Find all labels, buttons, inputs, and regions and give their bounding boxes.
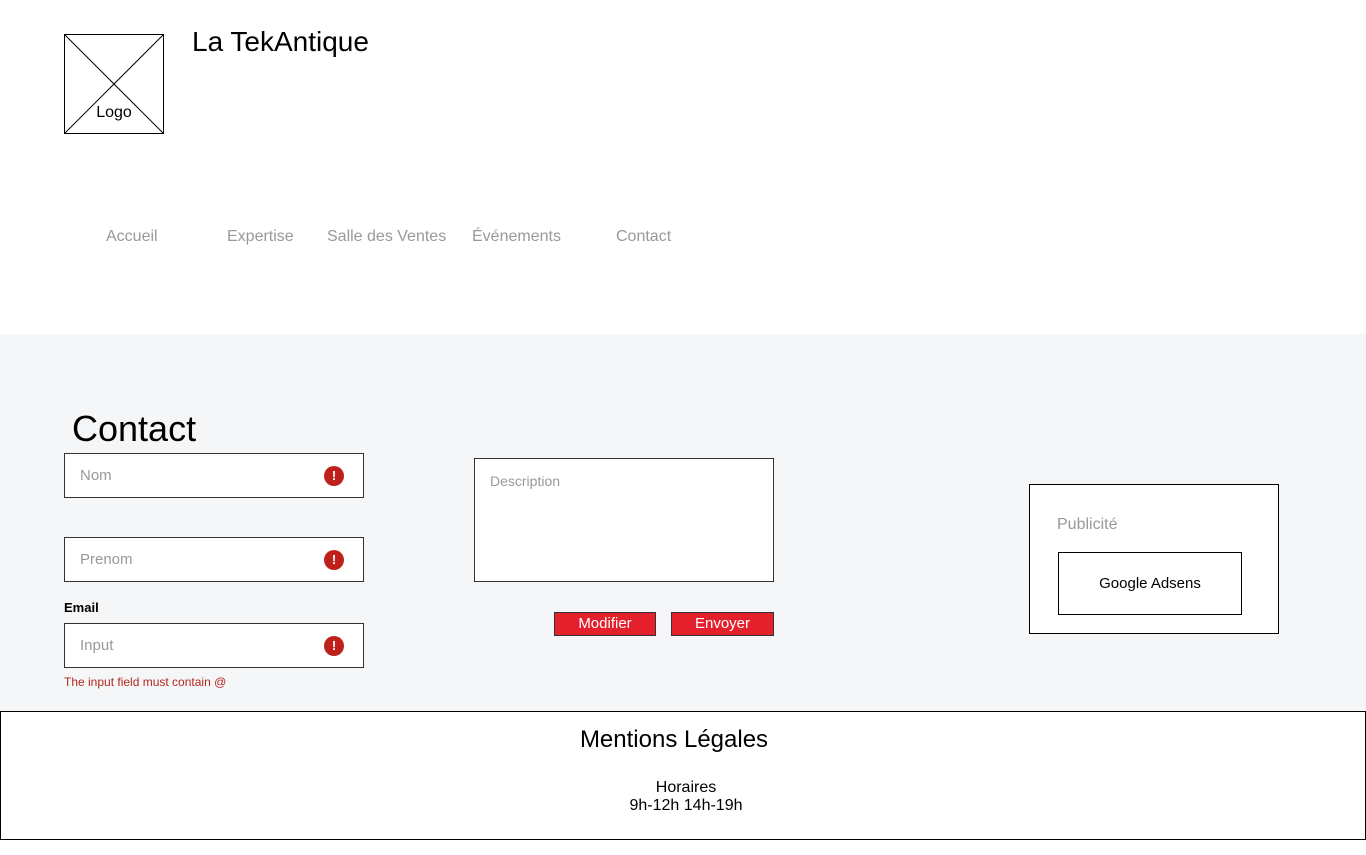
email-error-message: The input field must contain @: [64, 675, 227, 689]
error-alert-icon: !: [324, 466, 344, 486]
description-textarea[interactable]: [490, 473, 760, 569]
description-field[interactable]: [474, 458, 774, 582]
contact-heading: Contact: [72, 408, 197, 449]
nav-item-salle-des-ventes[interactable]: Salle des Ventes: [327, 228, 446, 246]
prenom-field[interactable]: !: [64, 537, 364, 582]
ad-panel: Publicité Google Adsens: [1029, 484, 1279, 634]
envoyer-button[interactable]: Envoyer: [671, 612, 774, 636]
footer-hours-value: 9h-12h 14h-19h: [629, 797, 743, 814]
footer-legal-title[interactable]: Mentions Légales: [1, 726, 1347, 754]
logo-label: Logo: [96, 104, 132, 121]
footer-hours-label: Horaires: [655, 779, 717, 796]
email-label: Email: [64, 600, 99, 615]
google-adsense-slot[interactable]: Google Adsens: [1058, 552, 1242, 615]
ad-label: Publicité: [1057, 516, 1118, 533]
error-alert-icon: !: [324, 636, 344, 656]
nav-item-accueil[interactable]: Accueil: [106, 228, 158, 246]
nav-item-evenements[interactable]: Événements: [472, 228, 561, 246]
nom-field[interactable]: !: [64, 453, 364, 498]
nav-item-contact[interactable]: Contact: [616, 228, 671, 246]
prenom-input[interactable]: [80, 538, 310, 581]
error-alert-icon: !: [324, 550, 344, 570]
email-field[interactable]: !: [64, 623, 364, 668]
nom-input[interactable]: [80, 454, 310, 497]
footer: Mentions Légales Horaires 9h-12h 14h-19h: [0, 711, 1366, 840]
footer-hours: Horaires 9h-12h 14h-19h: [1, 779, 1366, 815]
logo-placeholder: Logo: [64, 34, 164, 134]
site-title: La TekAntique: [192, 26, 369, 57]
modifier-button[interactable]: Modifier: [554, 612, 656, 636]
nav-item-expertise[interactable]: Expertise: [227, 228, 294, 246]
email-input[interactable]: [80, 624, 310, 667]
